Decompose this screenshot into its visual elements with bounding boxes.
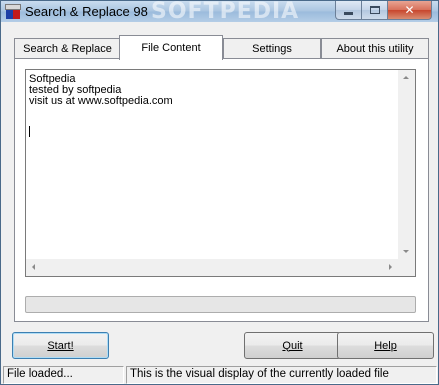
text-caret [29, 126, 30, 137]
maximize-icon [369, 6, 380, 14]
title-bar[interactable]: Search & Replace 98 SOFTPEDIA ✕ [1, 0, 438, 24]
status-left: File loaded... [3, 366, 124, 384]
tab-settings[interactable]: Settings [223, 38, 321, 59]
app-icon[interactable] [5, 4, 21, 19]
file-content-panel: Softpedia tested by softpedia visit us a… [14, 58, 429, 322]
help-button-label: Help [374, 339, 397, 352]
horizontal-scrollbar[interactable] [26, 259, 398, 276]
tab-about[interactable]: About this utility [321, 38, 429, 59]
help-button[interactable]: Help [337, 332, 434, 359]
quit-button[interactable]: Quit [244, 332, 341, 359]
file-content-textarea[interactable]: Softpedia tested by softpedia visit us a… [25, 69, 416, 277]
minimize-button[interactable] [335, 1, 362, 20]
progress-bar [25, 296, 416, 313]
start-button[interactable]: Start! [12, 332, 109, 359]
text-line: visit us at www.softpedia.com [29, 95, 173, 107]
scroll-right-button[interactable] [381, 259, 398, 276]
quit-button-label: Quit [282, 339, 303, 352]
status-right: This is the visual display of the curren… [126, 366, 437, 384]
arrow-down-icon [403, 250, 409, 253]
start-button-label: Start! [47, 339, 74, 352]
file-content-text[interactable]: Softpedia tested by softpedia visit us a… [27, 71, 399, 260]
close-button[interactable]: ✕ [388, 1, 432, 20]
scroll-up-button[interactable] [398, 70, 415, 87]
window-title: Search & Replace 98 [25, 4, 148, 19]
close-icon: ✕ [404, 3, 415, 17]
arrow-up-icon [403, 76, 409, 79]
maximize-button[interactable] [362, 1, 388, 20]
arrow-right-icon [389, 264, 392, 270]
minimize-icon [344, 11, 353, 15]
caption-buttons: ✕ [335, 1, 432, 20]
main-window: Search & Replace 98 SOFTPEDIA ✕ Search &… [0, 0, 439, 385]
tab-file-content[interactable]: File Content [119, 35, 223, 60]
scroll-left-button[interactable] [26, 259, 43, 276]
scrollbar-corner [398, 259, 415, 276]
softpedia-watermark: SOFTPEDIA [151, 0, 300, 24]
vertical-scrollbar[interactable] [398, 70, 415, 259]
scroll-down-button[interactable] [398, 242, 415, 259]
arrow-left-icon [32, 264, 35, 270]
tab-search-replace[interactable]: Search & Replace [14, 38, 121, 59]
